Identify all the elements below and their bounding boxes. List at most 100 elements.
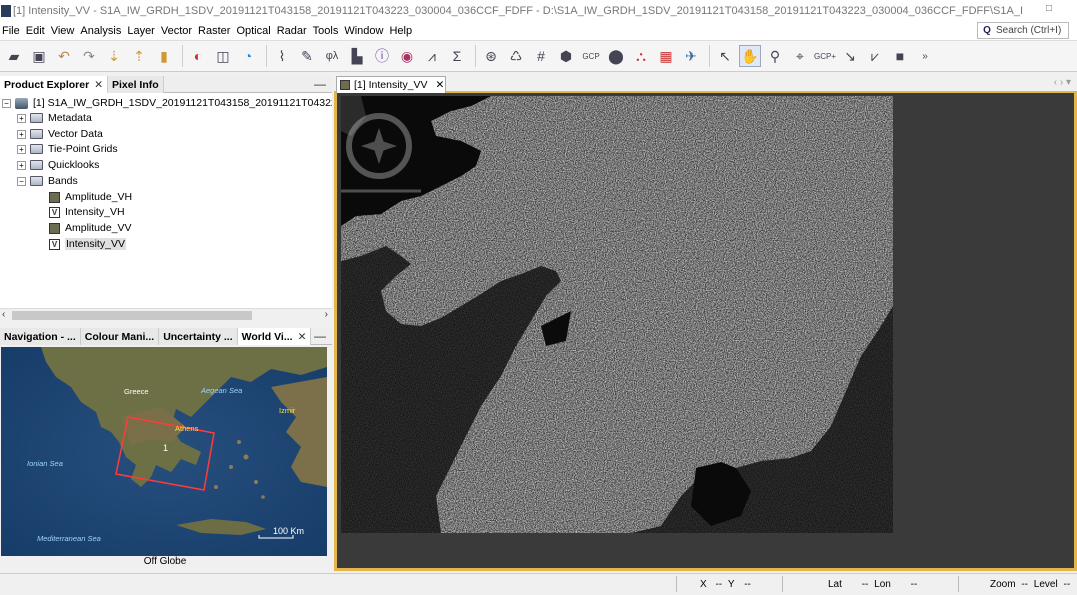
tree-quicklooks[interactable]: + Quicklooks [17, 157, 99, 173]
restore-icon[interactable]: □ [1046, 3, 1052, 14]
polyline-drawing-icon[interactable]: ⩗ [864, 45, 886, 67]
node-label: Vector Data [48, 128, 103, 140]
tab-intensity-vv[interactable]: [1] Intensity_VV ✕ [336, 76, 446, 93]
menu-raster[interactable]: Raster [196, 25, 234, 37]
time-series-icon[interactable]: ⊛ [480, 45, 502, 67]
rectangle-drawing-icon[interactable]: ■ [889, 45, 911, 67]
minimize-icon[interactable]: — [314, 329, 326, 343]
island [254, 480, 258, 484]
folder-icon [30, 144, 43, 154]
expand-icon[interactable]: + [17, 160, 26, 170]
sync-icon[interactable]: ♺ [505, 45, 527, 67]
status-bar: X -- Y -- Lat -- Lon -- Zoom -- Level -- [0, 573, 1077, 595]
tree-vector-data[interactable]: + Vector Data [17, 126, 103, 142]
menu-file[interactable]: File [0, 25, 24, 37]
expand-icon[interactable]: + [17, 144, 26, 154]
menu-radar[interactable]: Radar [275, 25, 311, 37]
menu-view[interactable]: View [49, 25, 79, 37]
edit-icon[interactable]: ✎ [296, 45, 318, 67]
tree-tie-point-grids[interactable]: + Tie-Point Grids [17, 141, 118, 157]
status-divider [782, 576, 783, 592]
product-library-icon[interactable]: ✈ [680, 45, 702, 67]
pin-placing-icon[interactable]: ⌖ [789, 45, 811, 67]
expand-icon[interactable]: + [17, 113, 26, 123]
tab-colour-manipulation[interactable]: Colour Mani... [80, 328, 160, 345]
sum-icon[interactable]: Σ [446, 45, 468, 67]
search-input[interactable]: Q Search (Ctrl+I) [977, 22, 1069, 39]
collapse-icon[interactable]: − [17, 176, 26, 186]
statistics-icon[interactable]: ◉ [396, 45, 418, 67]
image-view-canvas[interactable] [334, 93, 1077, 571]
menu-edit[interactable]: Edit [24, 25, 49, 37]
bookmark-icon[interactable]: ▮ [153, 45, 175, 67]
line-drawing-icon[interactable]: ↘ [839, 45, 861, 67]
menu-window[interactable]: Window [342, 25, 387, 37]
tab-pixel-info[interactable]: Pixel Info [108, 76, 164, 93]
menu-tools[interactable]: Tools [311, 25, 343, 37]
menu-vector[interactable]: Vector [159, 25, 196, 37]
histogram-icon[interactable]: ▙ [346, 45, 368, 67]
open-product-icon[interactable]: ▰ [3, 45, 25, 67]
scroll-left-icon[interactable]: ‹ [2, 309, 5, 320]
export-icon[interactable]: ⇡ [128, 45, 150, 67]
horizontal-scrollbar[interactable]: ‹ › [0, 308, 332, 322]
tab-label: Colour Mani... [84, 330, 155, 343]
wave-icon[interactable]: ◔ [237, 45, 259, 67]
tab-uncertainty[interactable]: Uncertainty ... [159, 328, 238, 345]
pan-tool-icon[interactable]: ✋ [739, 45, 761, 67]
graph-builder-icon[interactable]: ⛬ [630, 45, 652, 67]
node-label: Bands [48, 175, 78, 187]
pin-icon[interactable]: ⬢ [555, 45, 577, 67]
close-icon[interactable]: ✕ [94, 79, 103, 91]
layer-icon[interactable]: ◫ [212, 45, 234, 67]
gcp-icon[interactable]: GCP [580, 45, 602, 67]
spectrum-icon[interactable]: φλ [321, 45, 343, 67]
redo-icon[interactable]: ↷ [78, 45, 100, 67]
tab-navigation-arrows[interactable]: ‹ › ▾ [1054, 77, 1071, 88]
tree-product[interactable]: − [1] S1A_IW_GRDH_1SDV_20191121T043158_2… [2, 95, 332, 111]
gcp-placing-icon[interactable]: GCP+ [814, 45, 836, 67]
band-intensity-vh[interactable]: V Intensity_VH [49, 204, 125, 220]
tree-metadata[interactable]: + Metadata [17, 110, 92, 126]
map-label-izmir: Izmir [279, 406, 296, 415]
overflow-chevron-icon[interactable]: » [914, 45, 936, 67]
close-icon[interactable]: ✕ [298, 331, 307, 343]
profile-plot-icon[interactable]: ⌇ [271, 45, 293, 67]
tab-world-view[interactable]: World Vi... ✕ [237, 328, 312, 345]
scroll-right-icon[interactable]: › [325, 309, 328, 320]
menu-layer[interactable]: Layer [125, 25, 159, 37]
band-label: Amplitude_VV [65, 222, 132, 234]
band-amplitude-vh[interactable]: Amplitude_VH [49, 189, 132, 205]
scatter-plot-icon[interactable]: ⩘ [421, 45, 443, 67]
tab-product-explorer[interactable]: Product Explorer ✕ [0, 76, 108, 93]
zoom-tool-icon[interactable]: ⚲ [764, 45, 786, 67]
mask-icon[interactable]: ⬤ [605, 45, 627, 67]
image-tab-label: [1] Intensity_VV [354, 79, 428, 91]
batch-icon[interactable]: ▦ [655, 45, 677, 67]
import-icon[interactable]: ⇣ [103, 45, 125, 67]
status-y-label: Y [727, 579, 735, 590]
tab-navigation[interactable]: Navigation - ... [0, 328, 81, 345]
color-manipulation-icon[interactable]: ◐ [187, 45, 209, 67]
information-icon[interactable]: ⓘ [371, 45, 393, 67]
undo-icon[interactable]: ↶ [53, 45, 75, 67]
status-zoom-level: Zoom -- Level -- [990, 579, 1070, 590]
menu-help[interactable]: Help [387, 25, 416, 37]
save-product-icon[interactable]: ▣ [28, 45, 50, 67]
band-label: Intensity_VH [65, 206, 125, 218]
band-amplitude-vv[interactable]: Amplitude_VV [49, 220, 132, 236]
status-x-value: -- [715, 579, 723, 590]
collapse-icon[interactable]: − [2, 98, 11, 108]
menu-analysis[interactable]: Analysis [78, 25, 125, 37]
minimize-icon[interactable]: — [314, 77, 326, 91]
sar-image [341, 96, 893, 533]
scrollbar-thumb[interactable] [12, 311, 252, 320]
tree-bands[interactable]: − Bands [17, 173, 78, 189]
select-tool-icon[interactable]: ↖ [714, 45, 736, 67]
expand-icon[interactable]: + [17, 129, 26, 139]
close-icon[interactable]: ✕ [436, 79, 445, 91]
menu-optical[interactable]: Optical [234, 25, 274, 37]
band-intensity-vv[interactable]: V Intensity_VV [49, 236, 126, 252]
world-view-map[interactable]: Greece Aegean Sea Izmir Athens 1 Ionian … [1, 347, 327, 556]
grid-icon[interactable]: # [530, 45, 552, 67]
